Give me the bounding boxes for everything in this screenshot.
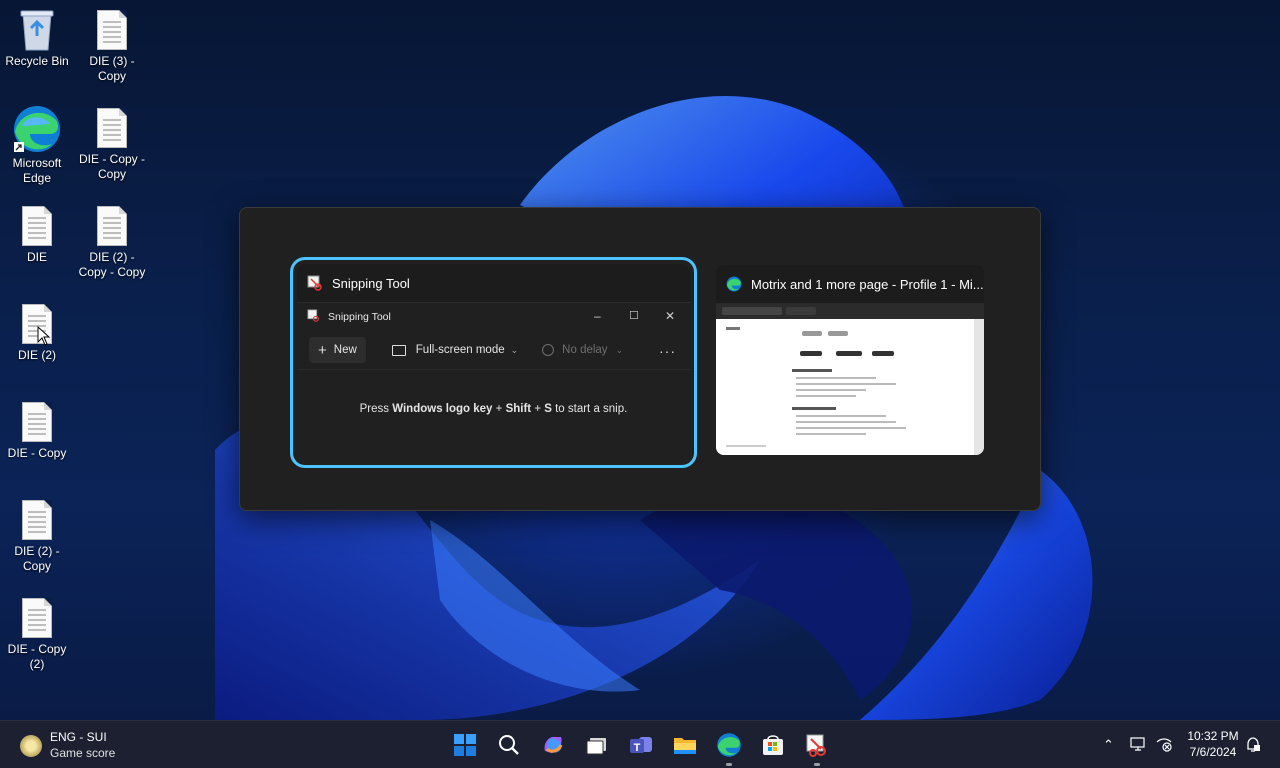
mouse-cursor-icon: [37, 326, 51, 346]
browser-preview-thumbnail: [716, 303, 984, 455]
desktop-icon-label: Microsoft Edge: [12, 156, 62, 185]
sun-icon: [20, 735, 42, 757]
document-icon: [17, 302, 57, 346]
teams-icon[interactable]: T: [627, 731, 655, 759]
running-indicator: [726, 763, 732, 766]
browser-content-thumbnail: [716, 303, 984, 455]
notification-icon[interactable]: [1245, 736, 1261, 759]
file-explorer-icon[interactable]: [671, 731, 699, 759]
clock-date: 7/6/2024: [1189, 745, 1237, 759]
desktop-icon-label: DIE - Copy - Copy: [78, 152, 145, 181]
desktop-icon-label: DIE (2) - Copy: [14, 544, 60, 573]
document-icon: [17, 596, 57, 640]
chevron-up-icon[interactable]: ⌃: [1103, 737, 1114, 753]
snipping-tool-taskbar-icon[interactable]: [803, 731, 831, 766]
network-icon[interactable]: [1155, 735, 1173, 758]
desktop-icon-label: DIE (2): [17, 348, 56, 362]
edge-icon: [726, 276, 742, 292]
taskbar: ENG - SUI Game score T ⌃ 10:32 PM 7/6/20…: [0, 720, 1280, 768]
task-switcher: Snipping Tool Snipping Tool – ☐ ✕ + New: [239, 207, 1041, 511]
chevron-down-icon: ⌄: [510, 344, 519, 355]
snip-delay-dropdown: No delay ⌄: [542, 344, 623, 356]
task-view-icon[interactable]: [583, 731, 611, 759]
more-options-icon: ···: [659, 343, 676, 359]
copilot-icon[interactable]: [539, 731, 567, 759]
desktop-icon-die-2[interactable]: DIE (2): [0, 302, 74, 363]
desktop-icon-label: DIE - Copy: [7, 446, 67, 460]
widget-line1: ENG - SUI: [50, 730, 107, 744]
desktop-icon-recycle-bin[interactable]: Recycle Bin: [0, 8, 74, 69]
start-icon[interactable]: [451, 731, 479, 759]
desktop-icon-die-copy-2[interactable]: DIE - Copy (2): [0, 596, 74, 672]
snip-mode-dropdown: Full-screen mode ⌄: [391, 344, 519, 356]
desktop-icon-die-copy-copy[interactable]: DIE - Copy - Copy: [75, 106, 149, 182]
snip-delay-label: No delay: [562, 344, 608, 356]
window-card-title: Motrix and 1 more page - Profile 1 - Mi.…: [751, 276, 984, 292]
desktop-icon-die-copy[interactable]: DIE - Copy: [0, 400, 74, 461]
snipping-tool-titlebar: Snipping Tool – ☐ ✕: [297, 303, 690, 331]
desktop-icon-die-2-copy-copy[interactable]: DIE (2) - Copy - Copy: [75, 204, 149, 280]
svg-text:T: T: [634, 742, 641, 754]
search-icon[interactable]: [495, 731, 523, 759]
display-icon[interactable]: [1129, 735, 1147, 758]
running-indicator: [814, 763, 820, 766]
clock-icon: [542, 344, 555, 356]
snipping-tool-inner-title: Snipping Tool: [328, 311, 391, 323]
recycle-bin-icon: [17, 8, 57, 52]
chevron-down-icon: ⌄: [615, 344, 624, 355]
window-card-snipping-tool[interactable]: Snipping Tool Snipping Tool – ☐ ✕ + New: [290, 257, 697, 468]
document-icon: [17, 498, 57, 542]
document-icon: [92, 106, 132, 150]
new-snip-button: + New: [309, 337, 366, 363]
desktop-icon-microsoft-edge[interactable]: Microsoft Edge: [0, 104, 74, 186]
document-icon: [17, 204, 57, 248]
desktop-icon-die-2-copy[interactable]: DIE (2) - Copy: [0, 498, 74, 574]
weather-widget[interactable]: ENG - SUI Game score: [18, 730, 128, 763]
close-icon: ✕: [665, 309, 676, 323]
desktop-icon-label: DIE: [26, 250, 47, 264]
new-snip-label: New: [333, 344, 357, 356]
edge-icon: [14, 104, 60, 154]
desktop-icon-label: DIE (2) - Copy - Copy: [78, 250, 146, 279]
snip-mode-label: Full-screen mode: [415, 344, 505, 356]
snipping-tool-icon: [307, 275, 323, 291]
snip-instruction-text: Press Windows logo key + Shift + S to st…: [359, 403, 628, 415]
document-icon: [92, 204, 132, 248]
desktop-icon-die[interactable]: DIE: [0, 204, 74, 265]
store-icon[interactable]: [759, 731, 787, 759]
desktop-icon-label: DIE (3) - Copy: [89, 54, 135, 83]
desktop-icon-label: DIE - Copy (2): [7, 642, 67, 671]
clock[interactable]: 10:32 PM 7/6/2024: [1186, 728, 1240, 760]
snipping-tool-toolbar: + New Full-screen mode ⌄ No delay ⌄: [297, 331, 690, 370]
minimize-icon: –: [594, 309, 601, 323]
desktop-icon-label: Recycle Bin: [5, 54, 69, 68]
window-card-title: Snipping Tool: [332, 275, 410, 291]
edge-taskbar-icon[interactable]: [715, 731, 743, 766]
window-card-header: Snipping Tool: [297, 264, 690, 302]
fullscreen-mode-icon: [391, 344, 406, 356]
document-icon: [92, 8, 132, 52]
clock-time: 10:32 PM: [1187, 729, 1239, 743]
maximize-icon: ☐: [629, 310, 639, 322]
plus-icon: +: [318, 341, 327, 359]
desktop-icon-die-3-copy[interactable]: DIE (3) - Copy: [75, 8, 149, 84]
snipping-tool-preview: Snipping Tool – ☐ ✕ + New Full-screen mo…: [297, 302, 690, 461]
widget-line2: Game score: [50, 746, 116, 760]
window-card-header: Motrix and 1 more page - Profile 1 - Mi.…: [716, 265, 984, 303]
window-card-edge[interactable]: Motrix and 1 more page - Profile 1 - Mi.…: [716, 265, 984, 455]
document-icon: [17, 400, 57, 444]
snipping-tool-small-icon: [307, 309, 320, 325]
